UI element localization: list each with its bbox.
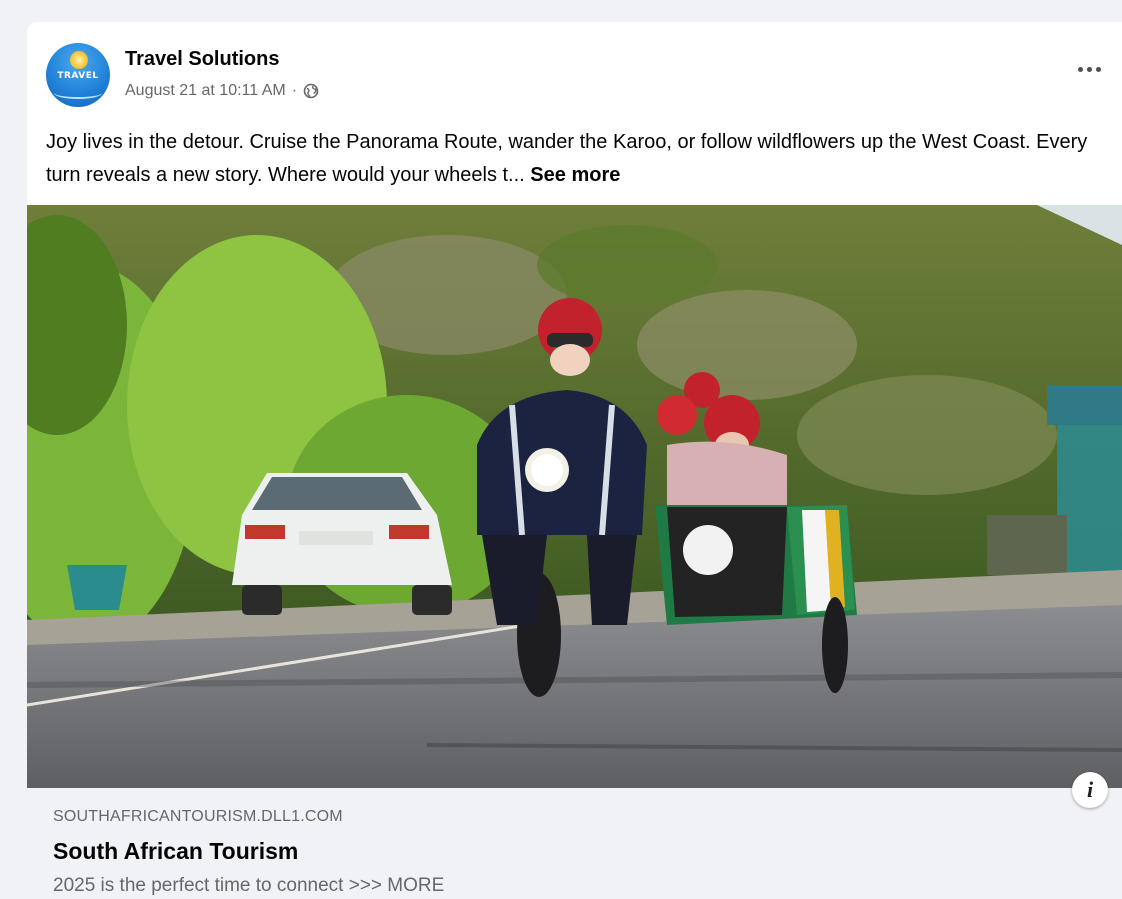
- link-description: 2025 is the perfect time to connect >>> …: [53, 875, 445, 896]
- globe-icon[interactable]: [303, 83, 319, 99]
- page-avatar[interactable]: TRAVEL: [46, 43, 110, 107]
- post-meta: August 21 at 10:11 AM ·: [125, 82, 319, 100]
- post-caption: Joy lives in the detour. Cruise the Pano…: [46, 126, 1114, 192]
- post-header: TRAVEL Travel Solutions August 21 at 10:…: [27, 22, 1122, 122]
- post-image[interactable]: [27, 205, 1122, 788]
- post-timestamp[interactable]: August 21 at 10:11 AM: [125, 82, 286, 100]
- avatar-logo-text: TRAVEL: [57, 71, 99, 81]
- feed-background: [0, 0, 1122, 22]
- logo-swoosh-icon: [54, 87, 102, 99]
- more-options-icon[interactable]: [1072, 58, 1106, 80]
- link-preview[interactable]: SOUTHAFRICANTOURISM.DLL1.COM South Afric…: [27, 788, 1122, 899]
- motorcycle-sidecar-photo: [27, 205, 1122, 788]
- feed-post: TRAVEL Travel Solutions August 21 at 10:…: [27, 22, 1122, 899]
- link-title[interactable]: South African Tourism: [53, 838, 298, 865]
- meta-separator: ·: [291, 82, 298, 99]
- logo-sun-icon: [70, 51, 88, 69]
- link-domain: SOUTHAFRICANTOURISM.DLL1.COM: [53, 808, 343, 825]
- info-icon[interactable]: i: [1072, 772, 1108, 808]
- page-name-link[interactable]: Travel Solutions: [125, 48, 279, 71]
- see-more-link[interactable]: See more: [530, 164, 620, 186]
